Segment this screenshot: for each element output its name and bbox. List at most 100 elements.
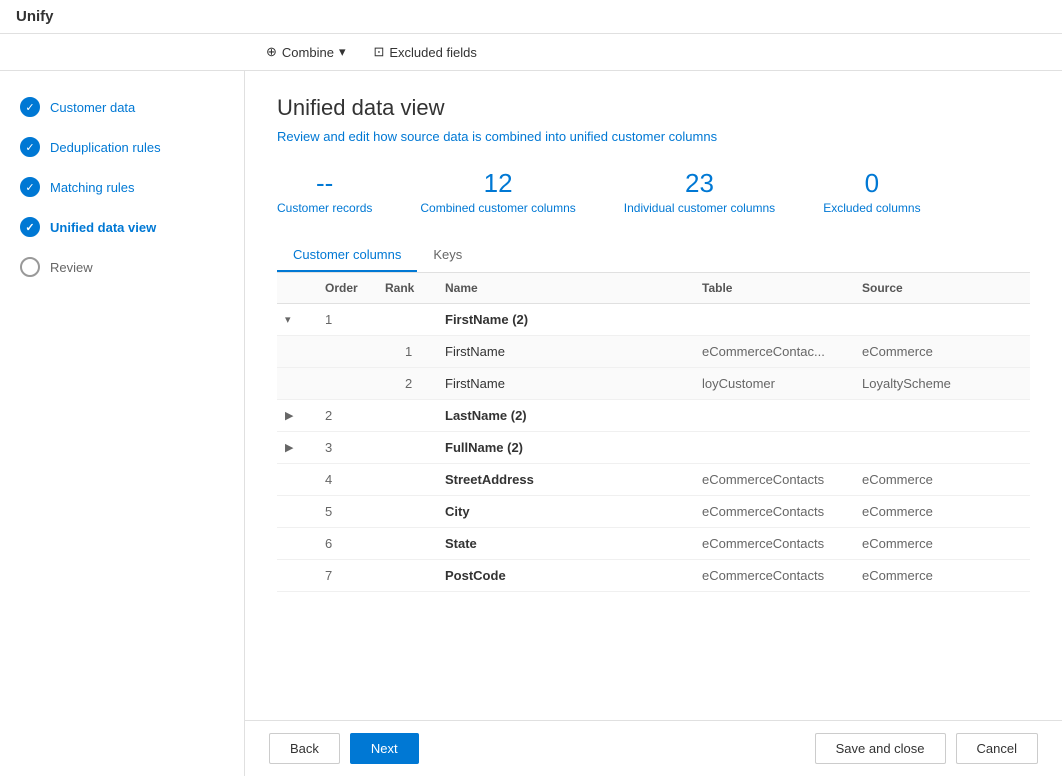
table-row-postcode: 7 PostCode eCommerceContacts eCommerce (277, 560, 1030, 592)
combine-button[interactable]: ⊕ Combine ▾ (260, 40, 351, 64)
stat-value-customer-records: -- (277, 168, 372, 199)
save-close-button[interactable]: Save and close (815, 733, 946, 764)
excluded-fields-label: Excluded fields (389, 45, 476, 60)
expand-button-fullname[interactable]: ▶ (285, 441, 325, 454)
cell-rank-firstname-1: 1 (385, 344, 445, 359)
sidebar-label-deduplication-rules: Deduplication rules (50, 140, 161, 155)
cell-source-postcode: eCommerce (862, 568, 1022, 583)
content-area: Unified data view Review and edit how so… (245, 71, 1062, 776)
toolbar: ⊕ Combine ▾ ⊡ Excluded fields (0, 34, 1062, 71)
cell-table-city: eCommerceContacts (702, 504, 862, 519)
tab-customer-columns[interactable]: Customer columns (277, 239, 417, 272)
expand-button-firstname[interactable]: ▾ (285, 313, 325, 326)
cell-name-firstname-1: FirstName (445, 344, 702, 359)
stat-label-customer-records: Customer records (277, 201, 372, 215)
table-row-firstname-1: 1 FirstName eCommerceContac... eCommerce (277, 336, 1030, 368)
back-button[interactable]: Back (269, 733, 340, 764)
content-main: Unified data view Review and edit how so… (245, 71, 1062, 720)
sidebar: ✓ Customer data ✓ Deduplication rules ✓ … (0, 71, 245, 776)
table-header: Order Rank Name Table Source (277, 273, 1030, 304)
sidebar-label-review: Review (50, 260, 93, 275)
cell-name-streetaddress: StreetAddress (445, 472, 702, 487)
cell-order-lastname: 2 (325, 408, 385, 423)
col-header-name: Name (445, 281, 702, 295)
cell-order-streetaddress: 4 (325, 472, 385, 487)
table-row: ▾ 1 FirstName (2) (277, 304, 1030, 336)
app-container: Unify ⊕ Combine ▾ ⊡ Excluded fields ✓ Cu… (0, 0, 1062, 776)
app-title: Unify (16, 8, 54, 25)
sidebar-item-matching-rules[interactable]: ✓ Matching rules (0, 167, 244, 207)
sidebar-item-icon-deduplication-rules: ✓ (20, 137, 40, 157)
sidebar-item-icon-unified-data-view: ✓ (20, 217, 40, 237)
col-header-source: Source (862, 281, 1022, 295)
chevron-down-icon: ▾ (339, 44, 346, 60)
cell-name-fullname-group: FullName (2) (445, 440, 702, 455)
cell-source-state: eCommerce (862, 536, 1022, 551)
excluded-fields-button[interactable]: ⊡ Excluded fields (367, 40, 482, 64)
sidebar-label-unified-data-view: Unified data view (50, 220, 156, 235)
stat-label-individual-columns: Individual customer columns (624, 201, 775, 215)
check-icon-4: ✓ (25, 221, 34, 234)
next-button[interactable]: Next (350, 733, 419, 764)
cell-table-firstname-2: loyCustomer (702, 376, 862, 391)
check-icon: ✓ (25, 101, 34, 114)
col-header-rank: Rank (385, 281, 445, 295)
cell-name-firstname-group: FirstName (2) (445, 312, 702, 327)
check-icon-3: ✓ (25, 181, 34, 194)
table-row-lastname: ▶ 2 LastName (2) (277, 400, 1030, 432)
cell-name-lastname-group: LastName (2) (445, 408, 702, 423)
sidebar-item-unified-data-view[interactable]: ✓ Unified data view (0, 207, 244, 247)
cell-rank-firstname-2: 2 (385, 376, 445, 391)
combine-icon: ⊕ (266, 44, 277, 60)
stat-label-combined-columns: Combined customer columns (420, 201, 575, 215)
cell-source-firstname-1: eCommerce (862, 344, 1022, 359)
sidebar-item-review[interactable]: Review (0, 247, 244, 287)
col-header-table: Table (702, 281, 862, 295)
stat-value-individual-columns: 23 (624, 168, 775, 199)
table-row-state: 6 State eCommerceContacts eCommerce (277, 528, 1030, 560)
cell-table-streetaddress: eCommerceContacts (702, 472, 862, 487)
footer-right: Save and close Cancel (815, 733, 1038, 764)
stat-excluded-columns: 0 Excluded columns (823, 168, 920, 215)
page-subtitle: Review and edit how source data is combi… (277, 129, 1030, 144)
tabs-row: Customer columns Keys (277, 239, 1030, 273)
stat-value-excluded-columns: 0 (823, 168, 920, 199)
expand-button-lastname[interactable]: ▶ (285, 409, 325, 422)
sidebar-label-matching-rules: Matching rules (50, 180, 135, 195)
table-row-firstname-2: 2 FirstName loyCustomer LoyaltyScheme (277, 368, 1030, 400)
sidebar-item-icon-review (20, 257, 40, 277)
cell-order-postcode: 7 (325, 568, 385, 583)
cancel-button[interactable]: Cancel (956, 733, 1038, 764)
excluded-fields-icon: ⊡ (373, 44, 384, 60)
footer: Back Next Save and close Cancel (245, 720, 1062, 776)
cell-source-streetaddress: eCommerce (862, 472, 1022, 487)
sidebar-label-customer-data: Customer data (50, 100, 135, 115)
sidebar-item-deduplication-rules[interactable]: ✓ Deduplication rules (0, 127, 244, 167)
cell-source-firstname-2: LoyaltyScheme (862, 376, 1022, 391)
cell-table-firstname-1: eCommerceContac... (702, 344, 862, 359)
sidebar-item-customer-data[interactable]: ✓ Customer data (0, 87, 244, 127)
stat-value-combined-columns: 12 (420, 168, 575, 199)
footer-left: Back Next (269, 733, 419, 764)
stat-customer-records: -- Customer records (277, 168, 372, 215)
cell-order-city: 5 (325, 504, 385, 519)
cell-name-state: State (445, 536, 702, 551)
cell-order-state: 6 (325, 536, 385, 551)
table-row-fullname: ▶ 3 FullName (2) (277, 432, 1030, 464)
col-header-order: Order (325, 281, 385, 295)
cell-order-fullname: 3 (325, 440, 385, 455)
cell-name-firstname-2: FirstName (445, 376, 702, 391)
top-bar: Unify (0, 0, 1062, 34)
page-title: Unified data view (277, 95, 1030, 121)
cell-order-firstname: 1 (325, 312, 385, 327)
tab-keys[interactable]: Keys (417, 239, 478, 272)
check-icon-2: ✓ (25, 141, 34, 154)
sidebar-item-icon-customer-data: ✓ (20, 97, 40, 117)
stat-combined-columns: 12 Combined customer columns (420, 168, 575, 215)
cell-table-state: eCommerceContacts (702, 536, 862, 551)
combine-label: Combine (282, 45, 334, 60)
col-header-expand (285, 281, 325, 295)
stat-individual-columns: 23 Individual customer columns (624, 168, 775, 215)
cell-table-postcode: eCommerceContacts (702, 568, 862, 583)
sidebar-item-icon-matching-rules: ✓ (20, 177, 40, 197)
